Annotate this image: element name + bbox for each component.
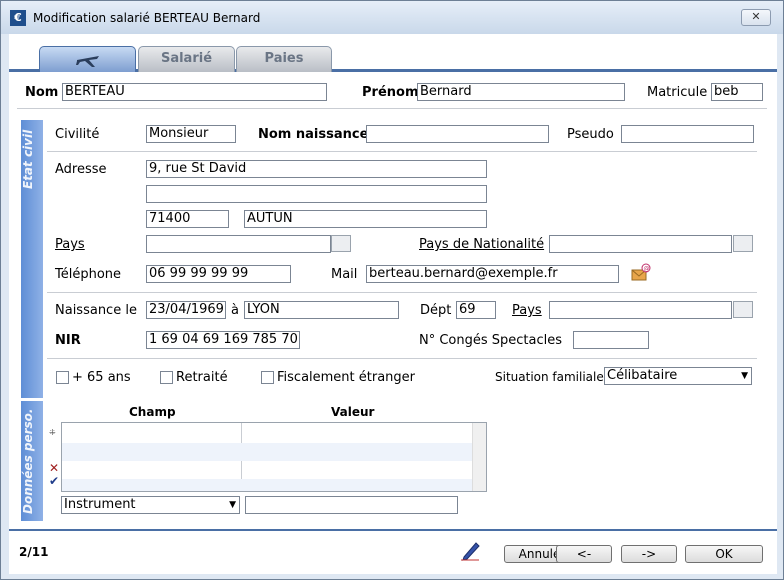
instrument-value: Instrument [64, 497, 136, 512]
retraite-label: Retraité [176, 370, 228, 385]
pseudo-label: Pseudo [567, 127, 614, 142]
pays-nationalite-browse-button[interactable] [733, 235, 753, 252]
delete-icon[interactable]: ✕ [49, 461, 59, 475]
dept-label: Dépt [420, 303, 452, 318]
situation-label: Situation familiale [495, 370, 604, 384]
valeur-input[interactable] [245, 496, 458, 514]
matricule-label: Matricule [647, 85, 708, 100]
telephone-label: Téléphone [55, 267, 122, 282]
pays-browse-button[interactable] [331, 235, 351, 252]
pays-naissance-link[interactable]: Pays [512, 303, 542, 318]
nom-field[interactable]: BERTEAU [62, 83, 327, 101]
next-button[interactable]: -> [621, 545, 677, 563]
donnees-title: Données perso. [21, 408, 35, 514]
ville-field[interactable]: AUTUN [244, 210, 487, 228]
pays-nationalite-field[interactable] [549, 235, 732, 253]
pays-nationalite-link[interactable]: Pays de Nationalité [419, 237, 544, 252]
matricule-field[interactable]: beb [711, 83, 763, 101]
nir-label: NIR [55, 333, 81, 348]
titlebar: € Modification salarié BERTEAU Bernard ✕ [1, 1, 783, 34]
naissance-lieu-field[interactable]: LYON [244, 301, 399, 319]
donnees-sidebar: Données perso. [21, 401, 43, 521]
app-icon: € [10, 10, 26, 26]
nir-field[interactable]: 1 69 04 69 169 785 70 [146, 331, 300, 349]
record-counter: 2/11 [19, 545, 49, 559]
dialog-window: € Modification salarié BERTEAU Bernard ✕… [0, 0, 784, 580]
divider [17, 108, 767, 109]
naissance-date-field[interactable]: 23/04/1969 [146, 301, 226, 319]
telephone-field[interactable]: 06 99 99 99 99 [146, 265, 291, 283]
dept-field[interactable]: 69 [456, 301, 496, 319]
donnees-grid[interactable] [61, 422, 487, 492]
a-label: à [231, 303, 239, 318]
table-row[interactable] [62, 479, 472, 491]
fiscal-label: Fiscalement étranger [277, 370, 416, 385]
adresse-line1-field[interactable]: 9, rue St David [146, 160, 487, 178]
chevron-down-icon: ▼ [229, 500, 236, 510]
svg-text:@: @ [644, 266, 650, 273]
nom-naissance-field[interactable] [366, 125, 549, 143]
divider [47, 292, 757, 293]
col-valeur-header: Valeur [331, 405, 375, 419]
situation-select[interactable]: Célibataire ▼ [604, 367, 752, 385]
divider [47, 151, 757, 152]
footer-bar: 2/11 Annuler <- -> OK [9, 529, 777, 574]
pays-link[interactable]: Pays [55, 237, 85, 252]
tab-strip: Salarié Paies [9, 34, 777, 72]
email-icon[interactable]: @ [630, 262, 652, 284]
dialog-content: Salarié Paies Nom BERTEAU Prénom Bernard… [9, 34, 777, 574]
instrument-select[interactable]: Instrument ▼ [61, 496, 240, 514]
chevron-down-icon: ▼ [741, 371, 748, 381]
divider [47, 358, 757, 359]
nom-label: Nom [25, 85, 59, 100]
window-title: Modification salarié BERTEAU Bernard [33, 11, 261, 25]
mail-field[interactable]: berteau.bernard@exemple.fr [366, 265, 619, 283]
table-row[interactable] [62, 443, 472, 461]
plane-icon [75, 56, 99, 67]
tab-paies[interactable]: Paies [236, 46, 332, 72]
edit-pencil-icon[interactable] [459, 539, 481, 561]
pays-field[interactable] [146, 235, 331, 253]
retraite-checkbox[interactable] [160, 371, 173, 384]
col-champ-header: Champ [129, 405, 176, 419]
tab-general[interactable] [39, 46, 136, 72]
mail-label: Mail [331, 267, 358, 282]
ok-button[interactable]: OK [685, 545, 763, 563]
tab-salarie[interactable]: Salarié [138, 46, 235, 72]
prenom-field[interactable]: Bernard [417, 83, 625, 101]
close-button[interactable]: ✕ [741, 9, 771, 26]
adresse-label: Adresse [55, 162, 107, 177]
pays-naissance-field[interactable] [549, 301, 732, 319]
pays-naissance-browse-button[interactable] [733, 301, 753, 318]
plus65-checkbox[interactable] [56, 371, 69, 384]
prenom-label: Prénom [362, 85, 419, 100]
row-pointer-icon: ⁜ [49, 428, 56, 437]
conges-label: N° Congés Spectacles [419, 333, 563, 348]
code-postal-field[interactable]: 71400 [146, 210, 229, 228]
validate-icon[interactable]: ✔ [49, 474, 59, 488]
pseudo-field[interactable] [621, 125, 754, 143]
etat-civil-sidebar: Etat civil [21, 120, 43, 398]
previous-button[interactable]: <- [556, 545, 612, 563]
adresse-line2-field[interactable] [146, 185, 487, 203]
civilite-field[interactable]: Monsieur [146, 125, 236, 143]
civilite-label: Civilité [55, 127, 100, 142]
naissance-label: Naissance le [55, 303, 137, 318]
etat-civil-title: Etat civil [21, 129, 35, 189]
nom-naissance-label: Nom naissance [258, 127, 369, 142]
plus65-label: + 65 ans [72, 370, 131, 385]
situation-value: Célibataire [607, 368, 678, 383]
grid-scrollbar[interactable] [472, 423, 486, 491]
conges-field[interactable] [573, 331, 649, 349]
fiscal-checkbox[interactable] [261, 371, 274, 384]
